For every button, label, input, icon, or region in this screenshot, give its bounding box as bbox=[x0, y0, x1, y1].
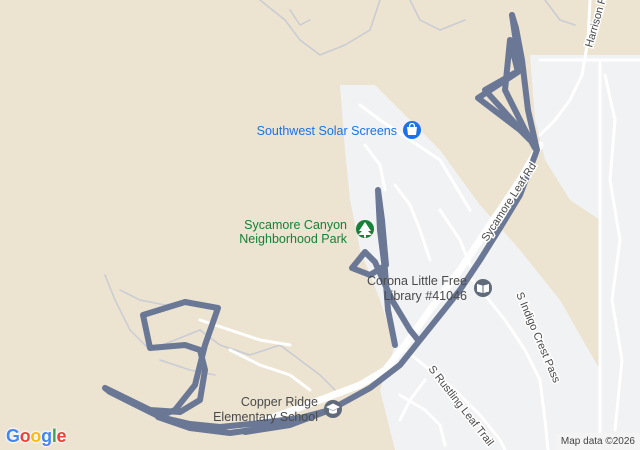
map-view[interactable]: Southwest Solar Screens Sycamore Canyon … bbox=[0, 0, 640, 450]
shopping-bag-icon-body bbox=[407, 127, 417, 135]
tree-icon-trunk bbox=[364, 235, 366, 238]
map-attribution[interactable]: Map data ©2026 bbox=[555, 433, 640, 450]
poi-library-label-line2[interactable]: Library #41046 bbox=[384, 289, 467, 303]
poi-park-label-line2[interactable]: Neighborhood Park bbox=[239, 232, 347, 246]
google-logo: Google bbox=[6, 426, 67, 446]
poi-solar-label[interactable]: Southwest Solar Screens bbox=[257, 124, 397, 138]
book-icon[interactable] bbox=[474, 279, 492, 297]
map-canvas[interactable]: Southwest Solar Screens Sycamore Canyon … bbox=[0, 0, 640, 450]
poi-library-label-line1[interactable]: Corona Little Free bbox=[367, 274, 467, 288]
poi-park-label-line1[interactable]: Sycamore Canyon bbox=[244, 218, 347, 232]
poi-school-label-line2[interactable]: Elementary School bbox=[213, 410, 318, 424]
poi-southwest-solar-screens[interactable]: Southwest Solar Screens bbox=[257, 121, 421, 139]
poi-school-label-line1[interactable]: Copper Ridge bbox=[241, 395, 318, 409]
